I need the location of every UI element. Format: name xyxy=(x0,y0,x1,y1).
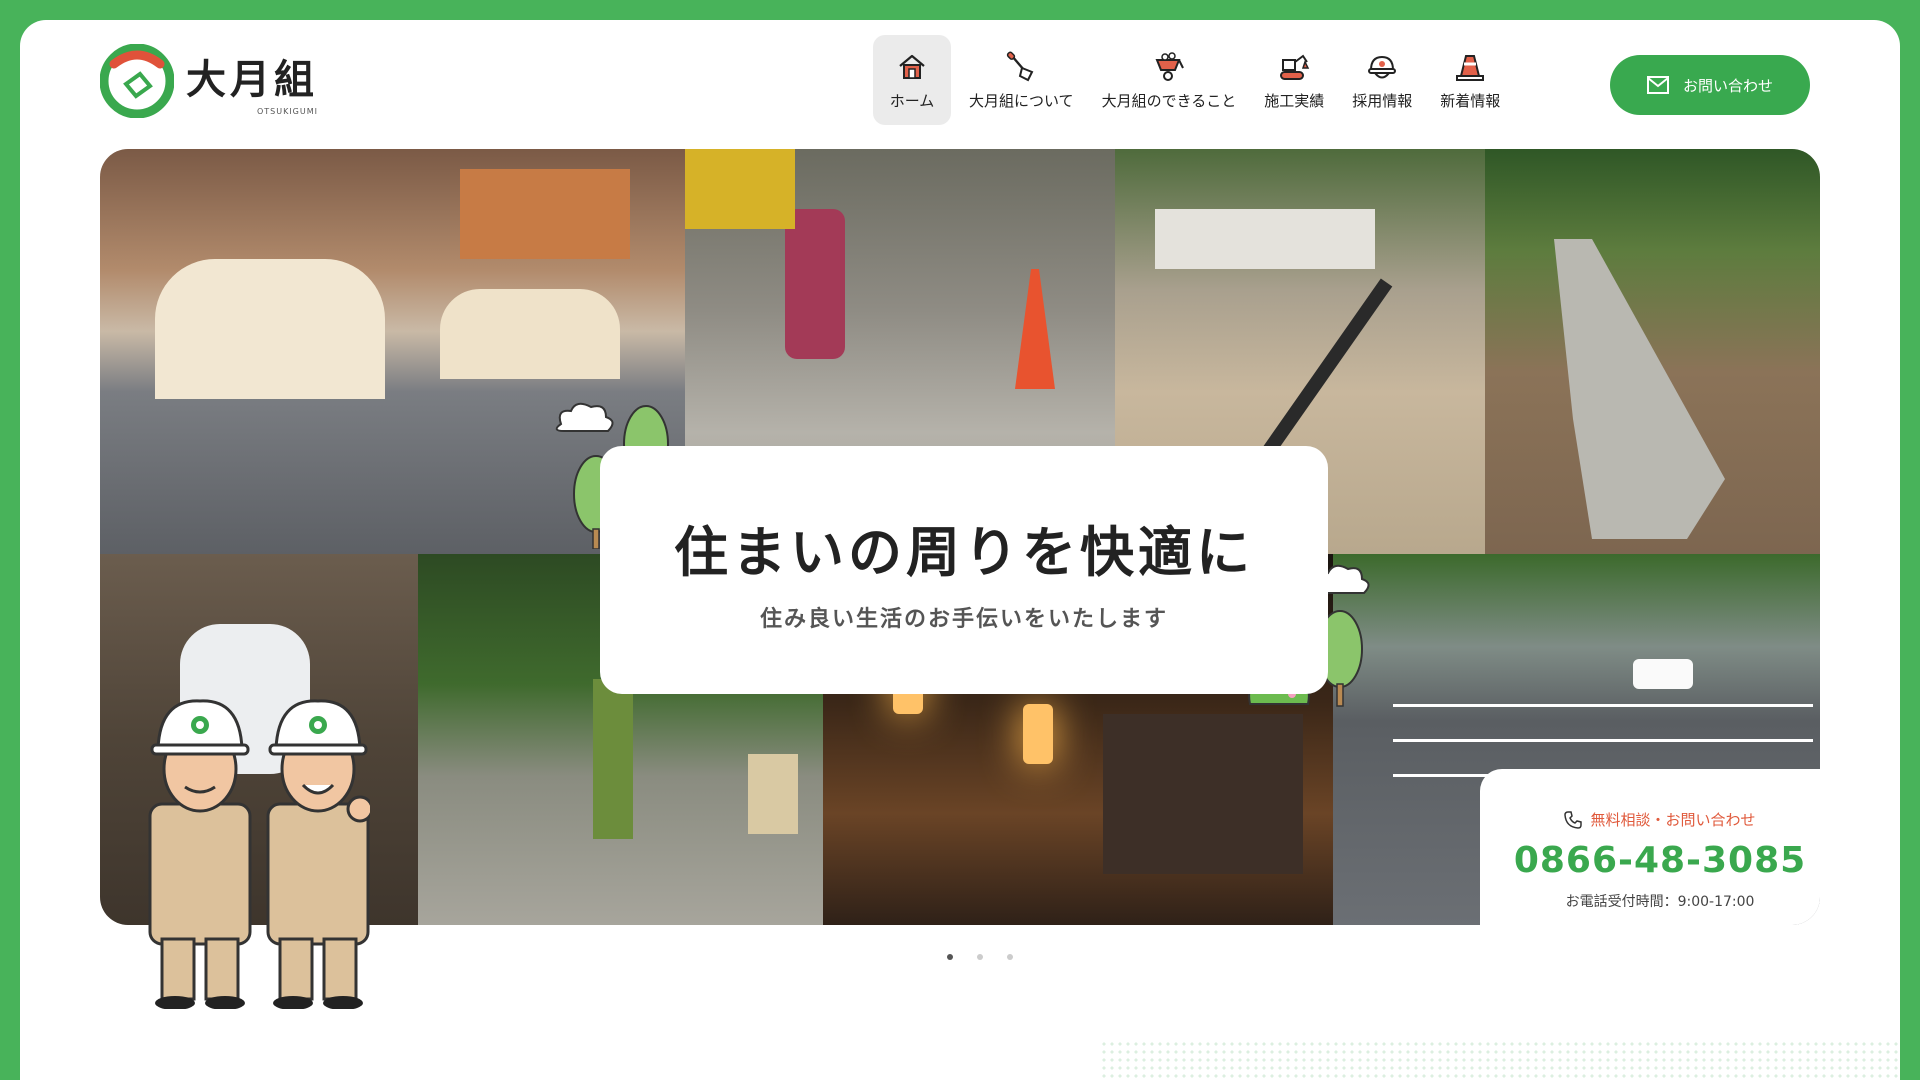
main-nav: ホーム 大月組について 大月組のできること 施工実績 採用情報 新着情報 xyxy=(873,35,1518,125)
nav-label-works: 施工実績 xyxy=(1264,91,1325,110)
page-frame: 大月組 OTSUKIGUMI ホーム 大月組について 大月組のできること 施工実… xyxy=(20,20,1900,1080)
carousel-dot-2[interactable] xyxy=(977,954,983,960)
phone-number[interactable]: 0866-48-3085 xyxy=(1500,840,1820,881)
dot-pattern-decoration xyxy=(1100,1040,1900,1080)
traffic-cone-icon xyxy=(1456,54,1485,81)
hero-subtitle: 住み良い生活のお手伝いをいたします xyxy=(759,606,1168,632)
phone-heading: 無料相談・お問い合わせ xyxy=(1500,809,1820,830)
logo-text: 大月組 OTSUKIGUMI xyxy=(186,47,318,116)
excavator-icon xyxy=(1280,54,1310,80)
shovel-icon xyxy=(1007,51,1034,81)
carousel-dots xyxy=(947,954,1037,960)
staff-illustration xyxy=(148,699,370,1009)
nav-item-about[interactable]: 大月組について xyxy=(959,35,1084,125)
logo-mark-icon xyxy=(100,44,174,118)
hero-message-card: 住まいの周りを快適に 住み良い生活のお手伝いをいたします xyxy=(600,446,1328,694)
nav-item-home[interactable]: ホーム xyxy=(873,35,951,125)
carousel-dot-1[interactable] xyxy=(947,954,953,960)
wheelbarrow-icon xyxy=(1155,51,1184,81)
nav-item-recruit[interactable]: 採用情報 xyxy=(1342,35,1422,125)
logo-name: 大月組 xyxy=(186,56,318,103)
phone-icon xyxy=(1564,810,1583,829)
site-logo[interactable]: 大月組 OTSUKIGUMI xyxy=(100,44,318,118)
phone-hours: お電話受付時間：9:00-17:00 xyxy=(1565,894,1755,910)
nav-item-news[interactable]: 新着情報 xyxy=(1430,35,1510,125)
nav-label-recruit: 採用情報 xyxy=(1352,91,1413,110)
phone-contact-box: 無料相談・お問い合わせ 0866-48-3085 お電話受付時間：9:00-17… xyxy=(1500,809,1820,911)
nav-label-about: 大月組について xyxy=(969,91,1074,110)
hero-title: 住まいの周りを快適に xyxy=(674,520,1254,584)
nav-label-services: 大月組のできること xyxy=(1101,91,1237,110)
carousel-dot-3[interactable] xyxy=(1007,954,1013,960)
home-icon xyxy=(899,54,925,79)
contact-button-label: お問い合わせ xyxy=(1682,76,1773,95)
contact-button[interactable]: お問い合わせ xyxy=(1610,55,1810,115)
nav-item-services[interactable]: 大月組のできること xyxy=(1092,35,1247,125)
nav-label-news: 新着情報 xyxy=(1440,91,1501,110)
nav-label-home: ホーム xyxy=(889,91,935,110)
mail-icon xyxy=(1646,76,1669,94)
photo-stone-path xyxy=(1485,149,1820,554)
phone-heading-text: 無料相談・お問い合わせ xyxy=(1590,811,1756,829)
hero-section: 住まいの周りを快適に 住み良い生活のお手伝いをいたします 無料相談・お問い合わせ… xyxy=(100,149,1820,1009)
logo-sub: OTSUKIGUMI xyxy=(256,106,318,116)
nav-item-works[interactable]: 施工実績 xyxy=(1254,35,1334,125)
helmet-icon xyxy=(1368,55,1397,78)
